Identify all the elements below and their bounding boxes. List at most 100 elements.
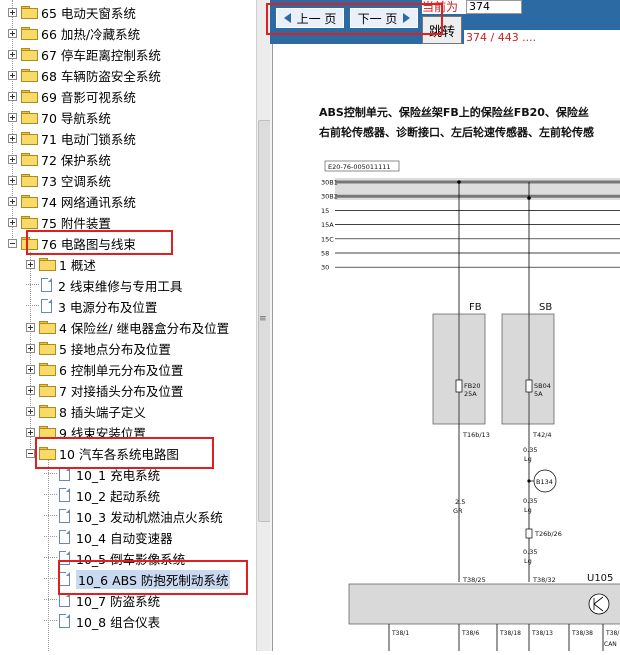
folder-icon: [21, 6, 38, 19]
document-icon: [59, 614, 70, 628]
folder-icon: [21, 153, 38, 166]
splitter-scrollbar[interactable]: ≡: [256, 0, 271, 651]
diagram-heading-1: ABS控制单元、保险丝架FB上的保险丝FB20、保险丝: [319, 105, 589, 119]
folder-icon: [21, 69, 38, 82]
collapse-icon[interactable]: [8, 238, 17, 248]
navigation-tree[interactable]: 65 电动天窗系统 66 加热/冷藏系统 67 停车距离控制系统 68 车辆防盗安全系…: [0, 0, 256, 651]
document-icon: [59, 467, 70, 481]
tree-item[interactable]: 7 对接插头分布及位置: [26, 380, 183, 400]
document-icon: [59, 530, 70, 544]
tree-item-label: 7 对接插头分布及位置: [59, 383, 184, 399]
expand-icon[interactable]: [26, 364, 35, 374]
expand-icon[interactable]: [8, 70, 17, 80]
expand-icon[interactable]: [8, 196, 17, 206]
folder-icon: [21, 132, 38, 145]
expand-icon[interactable]: [26, 259, 35, 269]
tree-item[interactable]: 5 接地点分布及位置: [26, 338, 171, 358]
tree-connector: [44, 515, 57, 517]
tree-item[interactable]: 10_3 发动机燃油点火系统: [44, 506, 223, 526]
wire-gauge-1: 0.35: [523, 446, 537, 454]
tree-item[interactable]: 6 控制单元分布及位置: [26, 359, 183, 379]
highlight-page-nav: [266, 3, 443, 35]
pin-label: T38/13: [531, 630, 553, 637]
expand-icon[interactable]: [26, 322, 35, 332]
expand-icon[interactable]: [8, 133, 17, 143]
tree-item[interactable]: 10_2 起动系统: [44, 485, 160, 505]
t42-label: T42/4: [532, 431, 552, 439]
tree-item-label: 8 插头端子定义: [59, 404, 146, 420]
tree-item[interactable]: 67 停车距离控制系统: [8, 44, 161, 64]
tree-item[interactable]: 65 电动天窗系统: [8, 2, 136, 22]
wiring-diagram: ABS控制单元、保险丝架FB上的保险丝FB20、保险丝 右前轮传感器、诊断接口、…: [318, 105, 620, 651]
expand-icon[interactable]: [8, 49, 17, 59]
tree-item[interactable]: 10_4 自动变速器: [44, 527, 173, 547]
tree-item[interactable]: 8 插头端子定义: [26, 401, 146, 421]
expand-icon[interactable]: [26, 343, 35, 353]
expand-icon[interactable]: [8, 175, 17, 185]
tree-connector: [44, 620, 57, 622]
diagram-code: E20-76-005011111: [328, 163, 391, 171]
highlight-item-10: [35, 437, 214, 469]
expand-icon[interactable]: [26, 385, 35, 395]
sb-label: SB: [539, 302, 552, 313]
pin-label: T38/1: [605, 630, 620, 637]
tree-item[interactable]: 72 保护系统: [8, 149, 111, 169]
document-viewer: 上一 页 下一 页 当前为 374 跳转 374 / 443 .... ABS控…: [270, 0, 620, 651]
wire-gauge-3: 0.35: [523, 548, 537, 556]
sb04-label: SB04: [534, 382, 551, 390]
tree-item-label: 74 网络通讯系统: [41, 194, 136, 210]
tree-item-label: 72 保护系统: [41, 152, 111, 168]
tree-item[interactable]: 70 导航系统: [8, 107, 111, 127]
tree-item-label: 10_3 发动机燃油点火系统: [76, 509, 223, 525]
folder-icon: [39, 363, 56, 376]
expand-icon[interactable]: [8, 91, 17, 101]
fb20-label: FB20: [464, 382, 480, 390]
expand-icon[interactable]: [8, 112, 17, 122]
tree-item-label: 68 车辆防盗安全系统: [41, 68, 161, 84]
expand-icon[interactable]: [8, 154, 17, 164]
t38-25-label: T38/25: [462, 576, 486, 584]
tree-item[interactable]: 10_8 组合仪表: [44, 611, 160, 631]
tree-item-label: 3 电源分布及位置: [58, 299, 158, 315]
fb-label: FB: [469, 302, 482, 313]
t38-32-label: T38/32: [532, 576, 556, 584]
document-icon: [41, 299, 52, 313]
folder-icon: [21, 111, 38, 124]
expand-icon[interactable]: [8, 7, 17, 17]
highlight-item-10-6: [58, 560, 248, 595]
tree-item[interactable]: 4 保险丝/ 继电器盒分布及位置: [26, 317, 229, 337]
tree-item[interactable]: 66 加热/冷藏系统: [8, 23, 140, 43]
folder-icon: [39, 384, 56, 397]
bottom-pins: T38/1 T38/6 T38/18 T38/13 T38/38 T38/1: [388, 624, 620, 651]
tree-item[interactable]: 69 音影可视系统: [8, 86, 136, 106]
tree-item-label: 10_2 起动系统: [76, 488, 161, 504]
tree-item[interactable]: 74 网络通讯系统: [8, 191, 136, 211]
tree-item-label: 1 概述: [59, 257, 96, 273]
expand-icon[interactable]: [26, 406, 35, 416]
expand-icon[interactable]: [8, 28, 17, 38]
tree-item-label: 73 空调系统: [41, 173, 111, 189]
current-page-input[interactable]: 374: [466, 0, 522, 14]
tree-item[interactable]: 68 车辆防盗安全系统: [8, 65, 161, 85]
collapse-icon[interactable]: [26, 448, 35, 458]
u105-label: U105: [587, 573, 613, 584]
tree-item[interactable]: 73 空调系统: [8, 170, 111, 190]
sb04-amp: 5A: [534, 390, 543, 398]
tree-item[interactable]: 3 电源分布及位置: [26, 296, 157, 316]
tree-item-label: 69 音影可视系统: [41, 89, 136, 105]
tree-connector: [44, 599, 57, 601]
tree-connector: [44, 557, 57, 559]
highlight-item-76: [26, 230, 173, 255]
fb20-amp: 25A: [464, 390, 477, 398]
tree-item-label: 75 附件装置: [41, 215, 111, 231]
expand-icon[interactable]: [8, 217, 17, 227]
expand-icon[interactable]: [26, 427, 35, 437]
rail-label: 58: [321, 250, 329, 258]
wire-color-3: Lg: [524, 557, 532, 565]
tree-item[interactable]: 1 概述: [26, 254, 96, 274]
tree-item[interactable]: 75 附件装置: [8, 212, 111, 232]
tree-item[interactable]: 71 电动门锁系统: [8, 128, 136, 148]
tree-item[interactable]: 2 线束维修与专用工具: [26, 275, 182, 295]
rail-label: 30: [321, 264, 329, 272]
folder-icon: [39, 321, 56, 334]
